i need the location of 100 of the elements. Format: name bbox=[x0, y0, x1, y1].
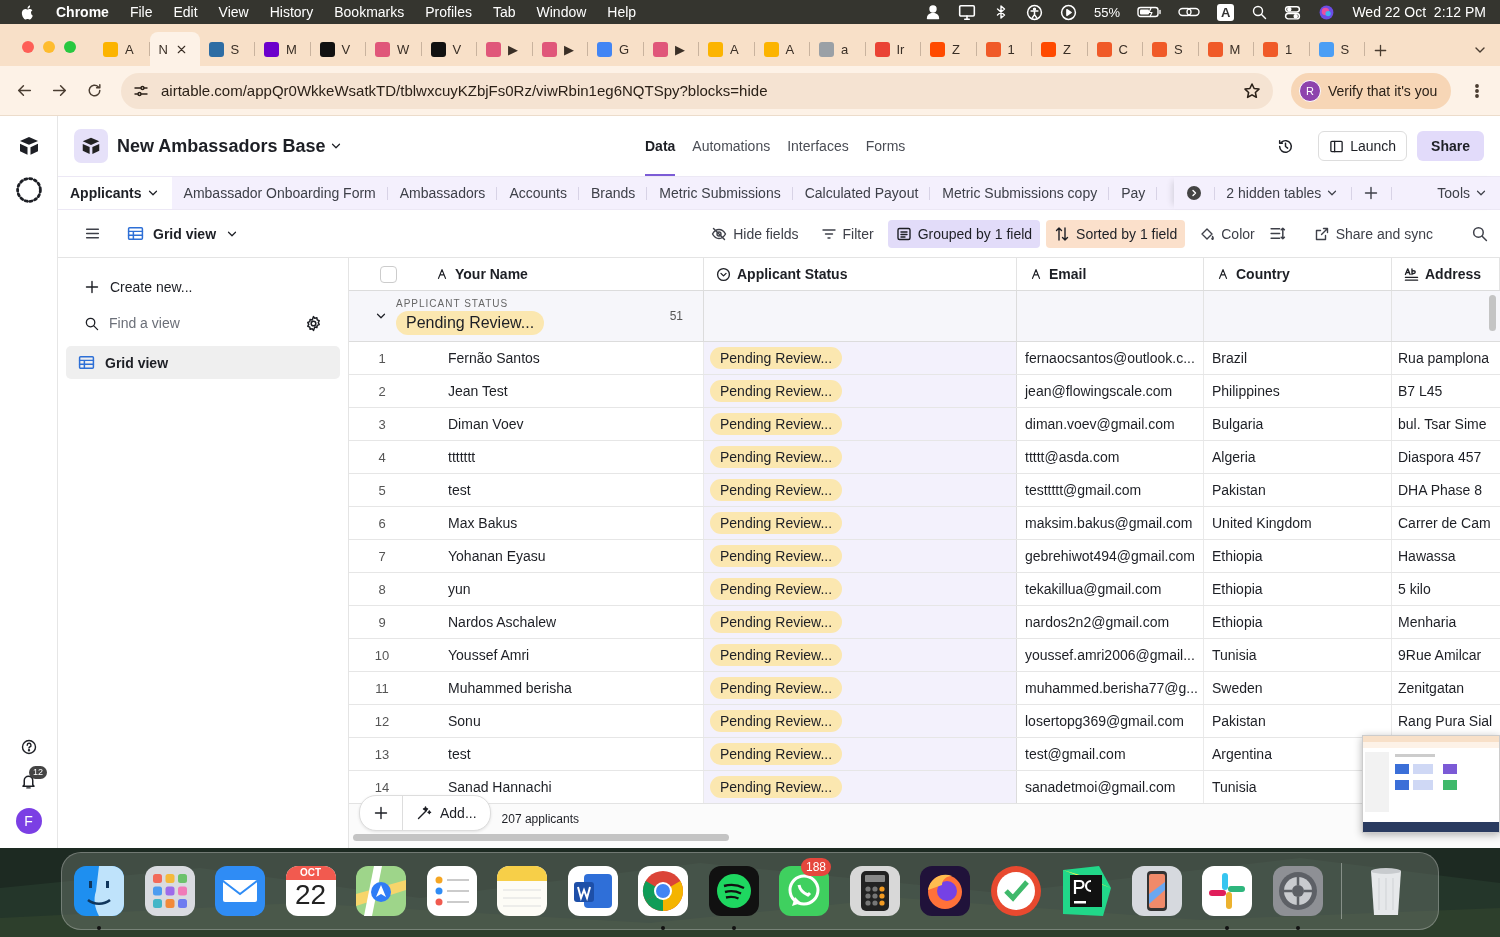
dotted-circle-icon[interactable] bbox=[14, 176, 43, 204]
toolbar-button[interactable]: Filter bbox=[812, 219, 882, 248]
view-item[interactable]: Grid view bbox=[66, 346, 340, 379]
history-icon[interactable] bbox=[1277, 137, 1295, 155]
control-center-icon[interactable] bbox=[1284, 3, 1302, 21]
nav-tab[interactable]: Automations bbox=[692, 116, 771, 176]
person-icon[interactable] bbox=[925, 4, 941, 20]
table-tab[interactable]: Metric Submissions bbox=[647, 177, 793, 209]
forward-arrow-icon[interactable] bbox=[51, 82, 68, 99]
table-tab[interactable]: Ambassadors bbox=[387, 177, 498, 209]
view-switcher[interactable]: Grid view bbox=[127, 225, 240, 242]
table-tab[interactable]: Calculated Payout bbox=[792, 177, 931, 209]
plus-icon[interactable] bbox=[1373, 43, 1388, 58]
toolbar-button[interactable]: Hide fields bbox=[703, 219, 807, 248]
search-icon[interactable] bbox=[1471, 225, 1488, 242]
menu-bar-item[interactable]: Profiles bbox=[425, 4, 472, 20]
address-bar[interactable]: airtable.com/appQr0WkkeWsatkTD/tblwxcuyKZbjFs0Rz/viwRbin1eg6NQTSpy?blocks=hide bbox=[121, 72, 1273, 109]
row-height-icon[interactable] bbox=[1268, 225, 1286, 242]
browser-tab[interactable]: V bbox=[421, 32, 477, 66]
menu-bar-item[interactable]: Tab bbox=[492, 4, 516, 20]
nav-tab[interactable]: Interfaces bbox=[787, 116, 849, 176]
launch-icon bbox=[1329, 138, 1345, 154]
menu-bar-clock[interactable]: Wed 22 Oct 2:12 PM bbox=[1352, 4, 1486, 20]
browser-tab[interactable]: A bbox=[754, 32, 810, 66]
plus-icon[interactable] bbox=[1363, 185, 1380, 201]
browser-tab[interactable]: 1 bbox=[1254, 32, 1310, 66]
browser-tab[interactable]: ▶ bbox=[643, 32, 699, 66]
column-header[interactable]: Email bbox=[1017, 258, 1204, 290]
browser-tab[interactable]: A bbox=[699, 32, 755, 66]
star-icon[interactable] bbox=[1243, 81, 1261, 100]
column-header[interactable]: Applicant Status bbox=[704, 258, 1017, 290]
table-tab[interactable]: Metric Submissions copy bbox=[930, 177, 1110, 209]
input-source-indicator[interactable]: A bbox=[1217, 3, 1235, 21]
help-icon[interactable] bbox=[20, 739, 37, 755]
table-tab[interactable]: Brands bbox=[578, 177, 648, 209]
column-header[interactable]: Country bbox=[1204, 258, 1392, 290]
battery-icon[interactable] bbox=[1137, 4, 1161, 20]
menu-bar-item[interactable]: Edit bbox=[173, 4, 198, 20]
horizontal-scrollbar[interactable] bbox=[353, 834, 729, 841]
vertical-scrollbar[interactable] bbox=[1489, 295, 1496, 331]
table-tab[interactable]: Ambassador Onboarding Form bbox=[171, 177, 388, 209]
browser-tab[interactable]: S bbox=[199, 32, 255, 66]
group-field-label: APPLICANT STATUS bbox=[396, 297, 510, 309]
nav-tab[interactable]: Forms bbox=[865, 116, 906, 176]
user-avatar[interactable]: F bbox=[15, 808, 42, 834]
reload-icon[interactable] bbox=[86, 82, 103, 99]
share-button[interactable]: Share bbox=[1417, 131, 1484, 161]
menu-bar-item[interactable]: Window bbox=[536, 4, 587, 20]
find-view-field[interactable]: Find a view bbox=[107, 314, 297, 332]
launch-button[interactable]: Launch bbox=[1318, 131, 1408, 161]
tools-button[interactable]: Tools bbox=[1391, 177, 1500, 209]
browser-tab[interactable]: G bbox=[588, 32, 644, 66]
share-and-sync-button[interactable]: Share and sync bbox=[1305, 219, 1441, 248]
settings-icon[interactable] bbox=[305, 314, 322, 332]
toolbar-button[interactable]: Color bbox=[1191, 219, 1263, 248]
browser-tab[interactable]: S bbox=[1309, 32, 1365, 66]
browser-tab[interactable]: Z bbox=[921, 32, 977, 66]
browser-tab[interactable]: Ir bbox=[865, 32, 921, 66]
accessibility-icon[interactable] bbox=[1026, 3, 1043, 21]
play-circle-icon[interactable] bbox=[1060, 3, 1077, 21]
menu-bar-item[interactable]: Help bbox=[607, 4, 637, 20]
toolbar-button[interactable]: Grouped by 1 field bbox=[887, 219, 1041, 248]
toolbar-button[interactable]: Sorted by 1 field bbox=[1046, 219, 1186, 248]
arrow-circle-icon[interactable] bbox=[1186, 185, 1203, 201]
siri-icon[interactable] bbox=[1318, 3, 1336, 21]
profile-button[interactable]: R Verify that it's you bbox=[1291, 72, 1452, 109]
eye-slash-icon bbox=[711, 225, 728, 242]
base-name[interactable]: New Ambassadors Base bbox=[117, 135, 326, 157]
browser-tab[interactable]: Z bbox=[1032, 32, 1088, 66]
back-arrow-icon[interactable] bbox=[16, 82, 33, 99]
menu-bar-item[interactable]: File bbox=[129, 4, 153, 20]
display-icon[interactable] bbox=[958, 3, 976, 21]
menu-bar-item[interactable]: History bbox=[269, 4, 314, 20]
table-tab[interactable]: Applicants bbox=[58, 177, 172, 209]
browser-tab[interactable]: W bbox=[366, 32, 422, 66]
menu-bar-item[interactable]: Bookmarks bbox=[334, 4, 405, 20]
table-tab[interactable]: Accounts bbox=[497, 177, 579, 209]
base-icon[interactable] bbox=[74, 129, 108, 163]
hidden-tables-button[interactable]: 2 hidden tables bbox=[1214, 177, 1352, 209]
table-tab[interactable]: Pay bbox=[1109, 177, 1158, 209]
column-header[interactable]: Your Name bbox=[429, 258, 704, 290]
browser-tab[interactable]: V bbox=[310, 32, 366, 66]
select-all-checkbox[interactable] bbox=[379, 265, 397, 283]
browser-tab[interactable]: A bbox=[94, 32, 150, 66]
browser-tab[interactable]: a bbox=[810, 32, 866, 66]
bell-icon[interactable] bbox=[20, 773, 37, 790]
search-icon[interactable] bbox=[1251, 4, 1268, 20]
screenshot-thumbnail[interactable] bbox=[1362, 735, 1500, 833]
browser-tab[interactable]: N bbox=[149, 32, 200, 66]
browser-tab[interactable]: M bbox=[1198, 32, 1254, 66]
browser-tab[interactable]: M bbox=[255, 32, 311, 66]
menu-bar-item[interactable]: View bbox=[218, 4, 249, 20]
browser-tab[interactable]: C bbox=[1087, 32, 1143, 66]
create-view-button[interactable]: Create new... bbox=[66, 272, 340, 302]
browser-tab[interactable]: S bbox=[1143, 32, 1199, 66]
column-header[interactable]: Address bbox=[1392, 258, 1500, 290]
browser-tab[interactable]: ▶ bbox=[532, 32, 588, 66]
menu-bar-app-name[interactable]: Chrome bbox=[56, 4, 109, 20]
browser-tab[interactable]: ▶ bbox=[477, 32, 533, 66]
browser-tab[interactable]: 1 bbox=[976, 32, 1032, 66]
